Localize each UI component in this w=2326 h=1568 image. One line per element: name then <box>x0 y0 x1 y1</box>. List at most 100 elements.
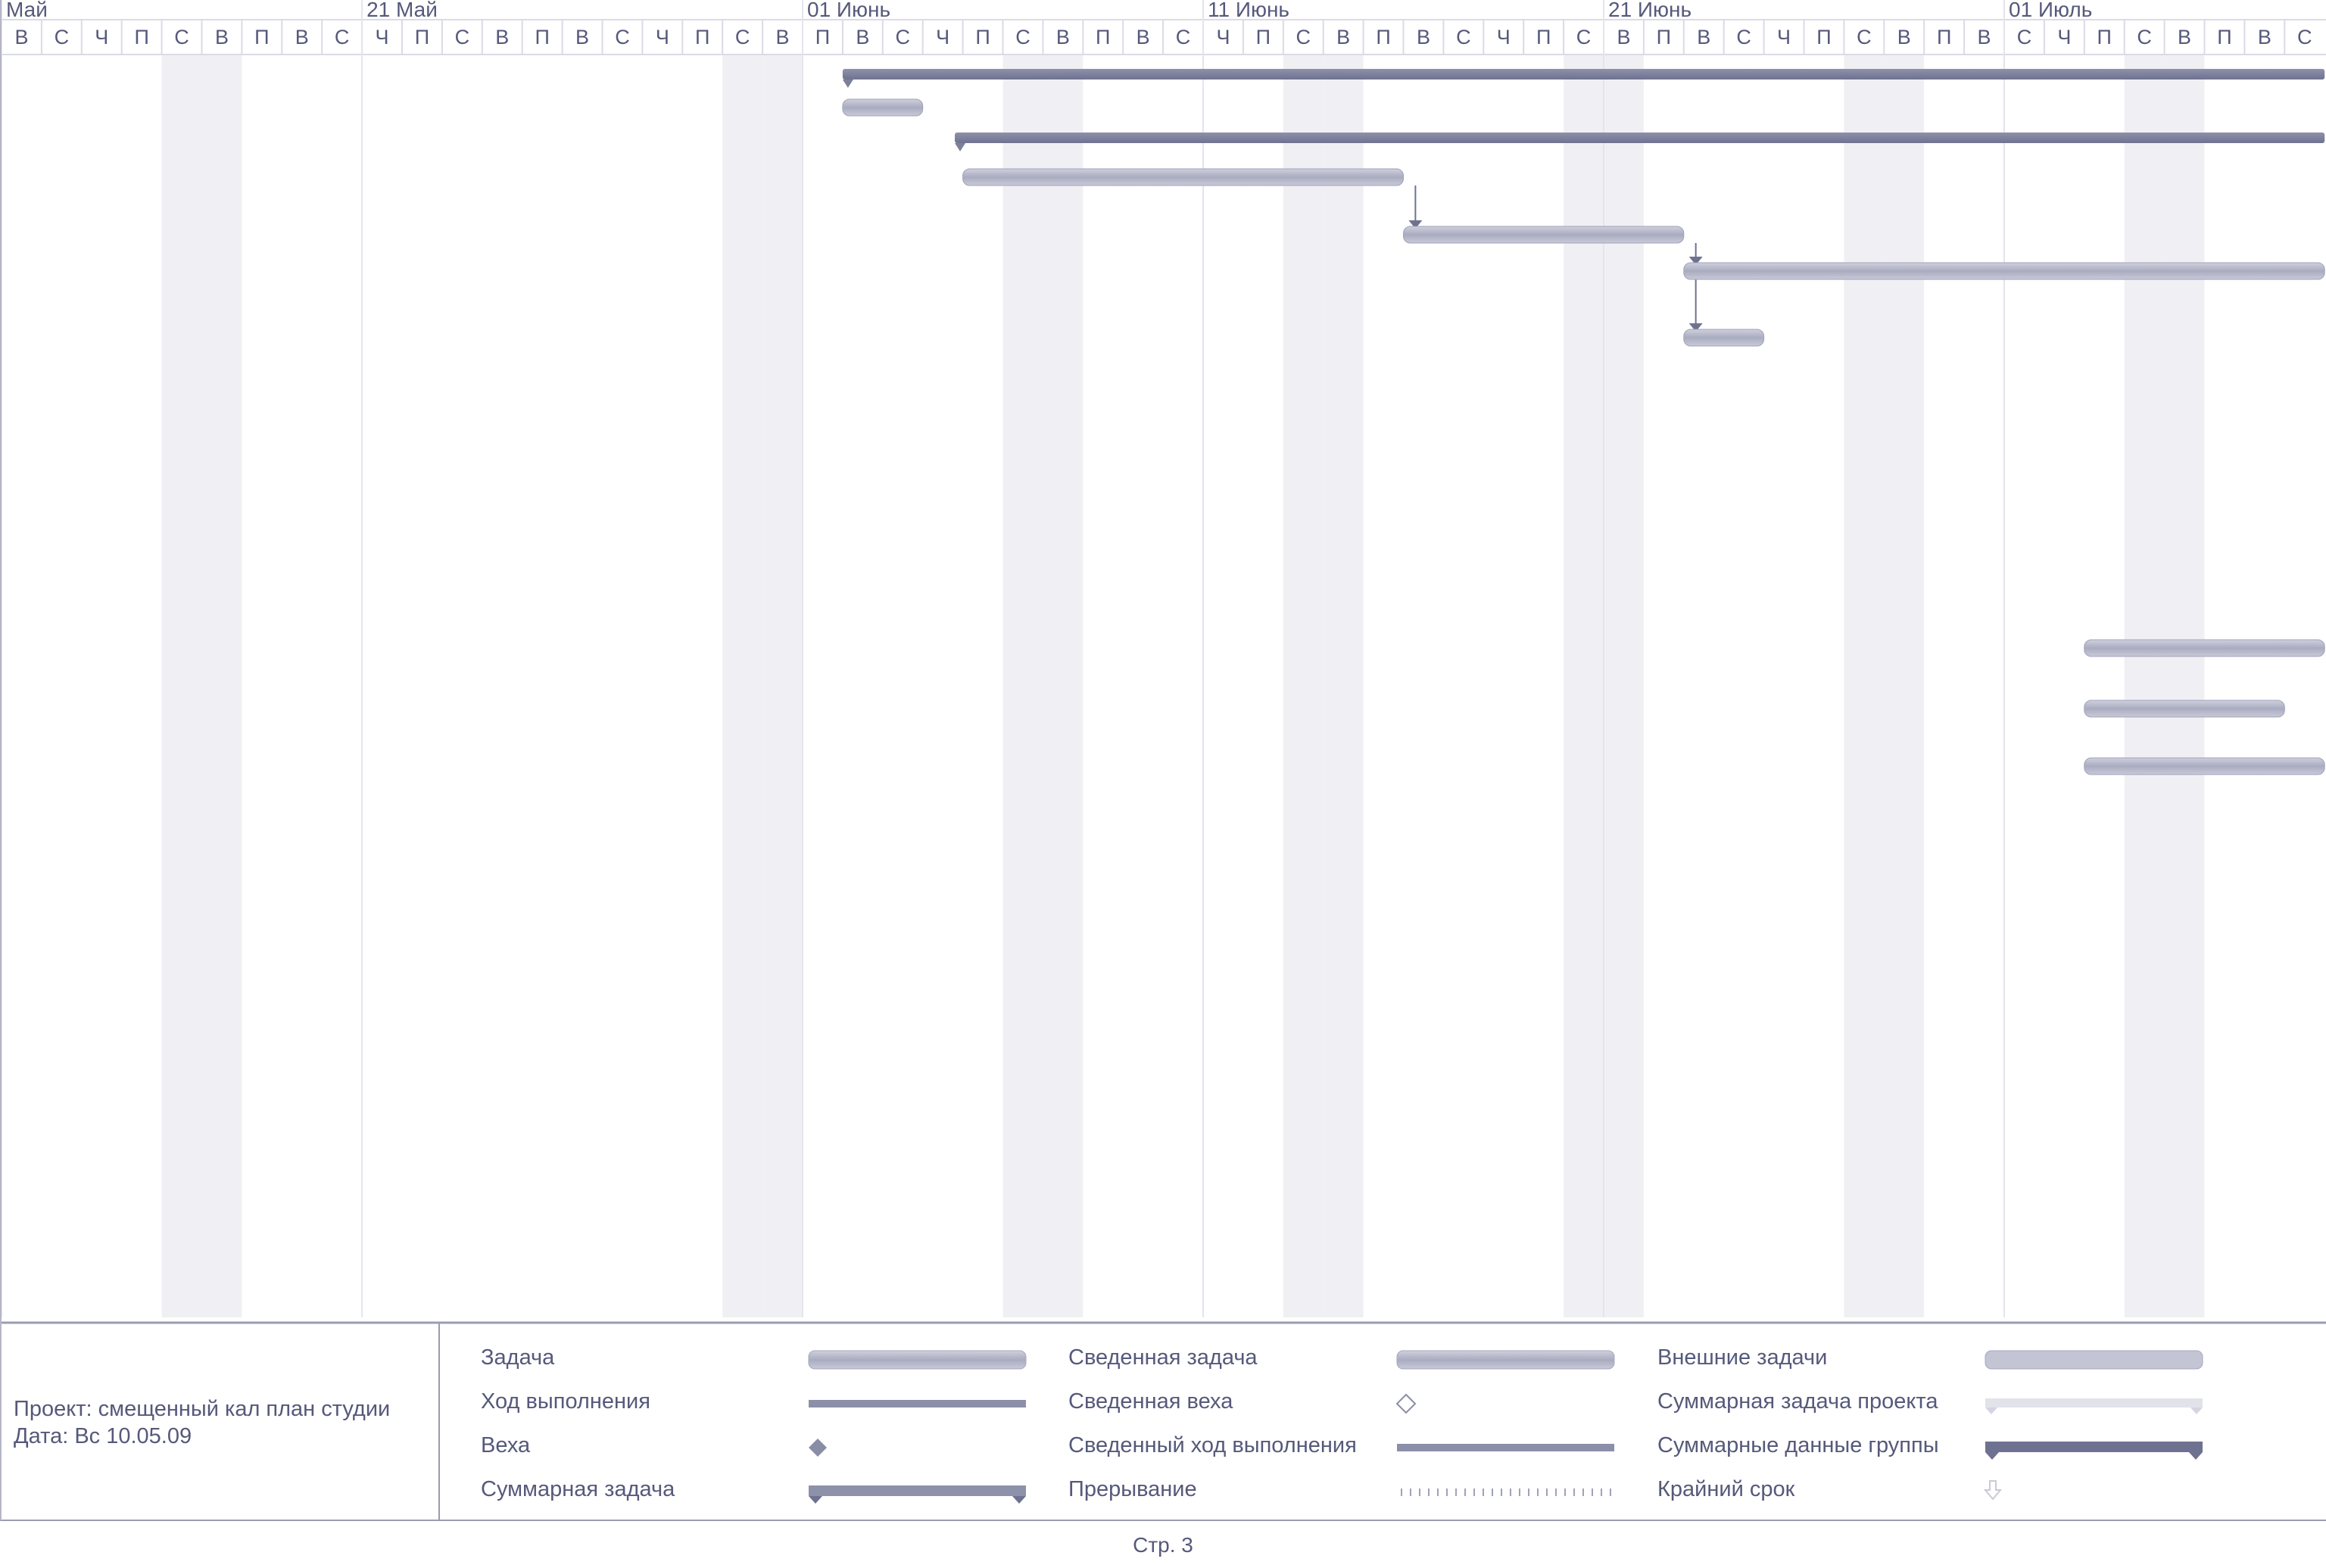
task-bar <box>1683 329 1765 347</box>
legend-label-rolled-up-task: Сведенная задача <box>1068 1345 1258 1370</box>
day-label: В <box>215 26 229 48</box>
day-label: П <box>254 26 269 48</box>
day-label: С <box>1456 26 1471 48</box>
gantt-page: В С Ч П С В П В С Ч П С В П В С Ч П С В П В С Ч П С В П В С Ч П С В П В С Ч П С… <box>0 0 2326 1568</box>
legend: Проект: смещенный кал план студии Дата: … <box>0 1323 2326 1521</box>
day-label: П <box>1256 26 1271 48</box>
page-number: Стр. 3 <box>1133 1533 1193 1557</box>
day-label: С <box>455 26 470 48</box>
day-label: В <box>1978 26 1991 48</box>
project-info: Проект: смещенный кал план студии Дата: … <box>14 1395 438 1450</box>
task-bar <box>1403 226 1685 244</box>
legend-label-progress: Ход выполнения <box>481 1389 650 1414</box>
weekend-column <box>201 55 242 1317</box>
day-label: С <box>2297 26 2312 48</box>
day-label: С <box>896 26 911 48</box>
legend-label-rolled-up-milestone: Сведенная веха <box>1068 1389 1233 1414</box>
day-label: П <box>415 26 429 48</box>
day-label: С <box>1015 26 1030 48</box>
weekend-column <box>2124 55 2165 1317</box>
task-bar <box>2084 639 2325 657</box>
summary-bar-cap <box>842 79 853 88</box>
day-label: В <box>2178 26 2191 48</box>
legend-label-split: Прерывание <box>1068 1477 1197 1501</box>
legend-label-project-summary: Суммарная задача проекта <box>1657 1389 1938 1414</box>
day-label: С <box>1176 26 1191 48</box>
day-label: В <box>1897 26 1911 48</box>
timescale-header: ВСЧПСВПВСЧПСВПВСЧПСВПВСЧПСВПВСЧПСВПВСЧПС… <box>6 0 2312 48</box>
day-label: Ч <box>376 26 389 48</box>
day-label: В <box>1136 26 1150 48</box>
project-name: Проект: смещенный кал план студии <box>14 1397 391 1421</box>
task-bar <box>2084 757 2325 775</box>
day-label: В <box>575 26 589 48</box>
task-bar <box>1683 262 2325 280</box>
day-label: Ч <box>2057 26 2071 48</box>
weekend-column <box>1844 55 1885 1317</box>
day-label: П <box>975 26 990 48</box>
day-label: П <box>2217 26 2231 48</box>
weekend-column <box>1323 55 1364 1317</box>
month-label: 01 Июнь <box>807 0 890 21</box>
timescale-grid <box>0 0 2326 1317</box>
day-label: Ч <box>1216 26 1230 48</box>
day-label: П <box>1096 26 1110 48</box>
day-label: В <box>2258 26 2271 48</box>
month-label: Май <box>6 0 48 21</box>
task-bar <box>962 168 1404 186</box>
day-label: В <box>1417 26 1430 48</box>
weekend-shading <box>161 55 2205 1317</box>
day-label: С <box>174 26 189 48</box>
legend-label-summary: Суммарная задача <box>481 1477 675 1501</box>
summary-task-bar <box>955 132 2325 143</box>
weekend-column <box>1884 55 1925 1317</box>
day-label: П <box>1376 26 1390 48</box>
day-label: П <box>1816 26 1831 48</box>
day-label: В <box>295 26 309 48</box>
weekend-column <box>722 55 763 1317</box>
weekend-column <box>762 55 803 1317</box>
day-label: С <box>1296 26 1311 48</box>
legend-label-task: Задача <box>481 1345 555 1370</box>
day-label: П <box>815 26 830 48</box>
day-label: С <box>1857 26 1872 48</box>
dependency-links <box>1408 185 1703 332</box>
day-label: Ч <box>95 26 108 48</box>
day-label: С <box>1576 26 1592 48</box>
day-label: Ч <box>1497 26 1511 48</box>
legend-frame <box>0 0 2326 1521</box>
weekend-column <box>2164 55 2205 1317</box>
day-label: Ч <box>936 26 949 48</box>
task-bar <box>842 98 924 117</box>
day-label: П <box>1536 26 1551 48</box>
day-label: В <box>1336 26 1350 48</box>
month-label: 21 Июнь <box>1608 0 1691 21</box>
day-label: С <box>735 26 750 48</box>
day-label: С <box>2137 26 2152 48</box>
day-label: П <box>535 26 549 48</box>
day-label: В <box>856 26 869 48</box>
weekend-column <box>1564 55 1604 1317</box>
project-date: Дата: Вс 10.05.09 <box>14 1424 192 1448</box>
weekend-column <box>1043 55 1083 1317</box>
day-label: П <box>1937 26 1951 48</box>
day-label: С <box>335 26 350 48</box>
day-label: В <box>1617 26 1630 48</box>
legend-label-external-tasks: Внешние задачи <box>1657 1345 1828 1370</box>
day-label: С <box>55 26 70 48</box>
month-label: 01 Июль <box>2009 0 2092 21</box>
legend-label-rolled-up-progress: Сведенный ход выполнения <box>1068 1433 1357 1457</box>
day-label: С <box>1736 26 1751 48</box>
month-label: 21 Май <box>366 0 438 21</box>
weekend-column <box>1604 55 1644 1317</box>
legend-label-milestone: Веха <box>481 1433 531 1457</box>
day-label: П <box>134 26 148 48</box>
weekend-column <box>1283 55 1324 1317</box>
day-label: С <box>615 26 630 48</box>
day-label: П <box>1657 26 1671 48</box>
weekend-column <box>161 55 202 1317</box>
day-label: В <box>1056 26 1070 48</box>
day-label: П <box>695 26 709 48</box>
day-label: В <box>1697 26 1710 48</box>
day-label: В <box>776 26 790 48</box>
